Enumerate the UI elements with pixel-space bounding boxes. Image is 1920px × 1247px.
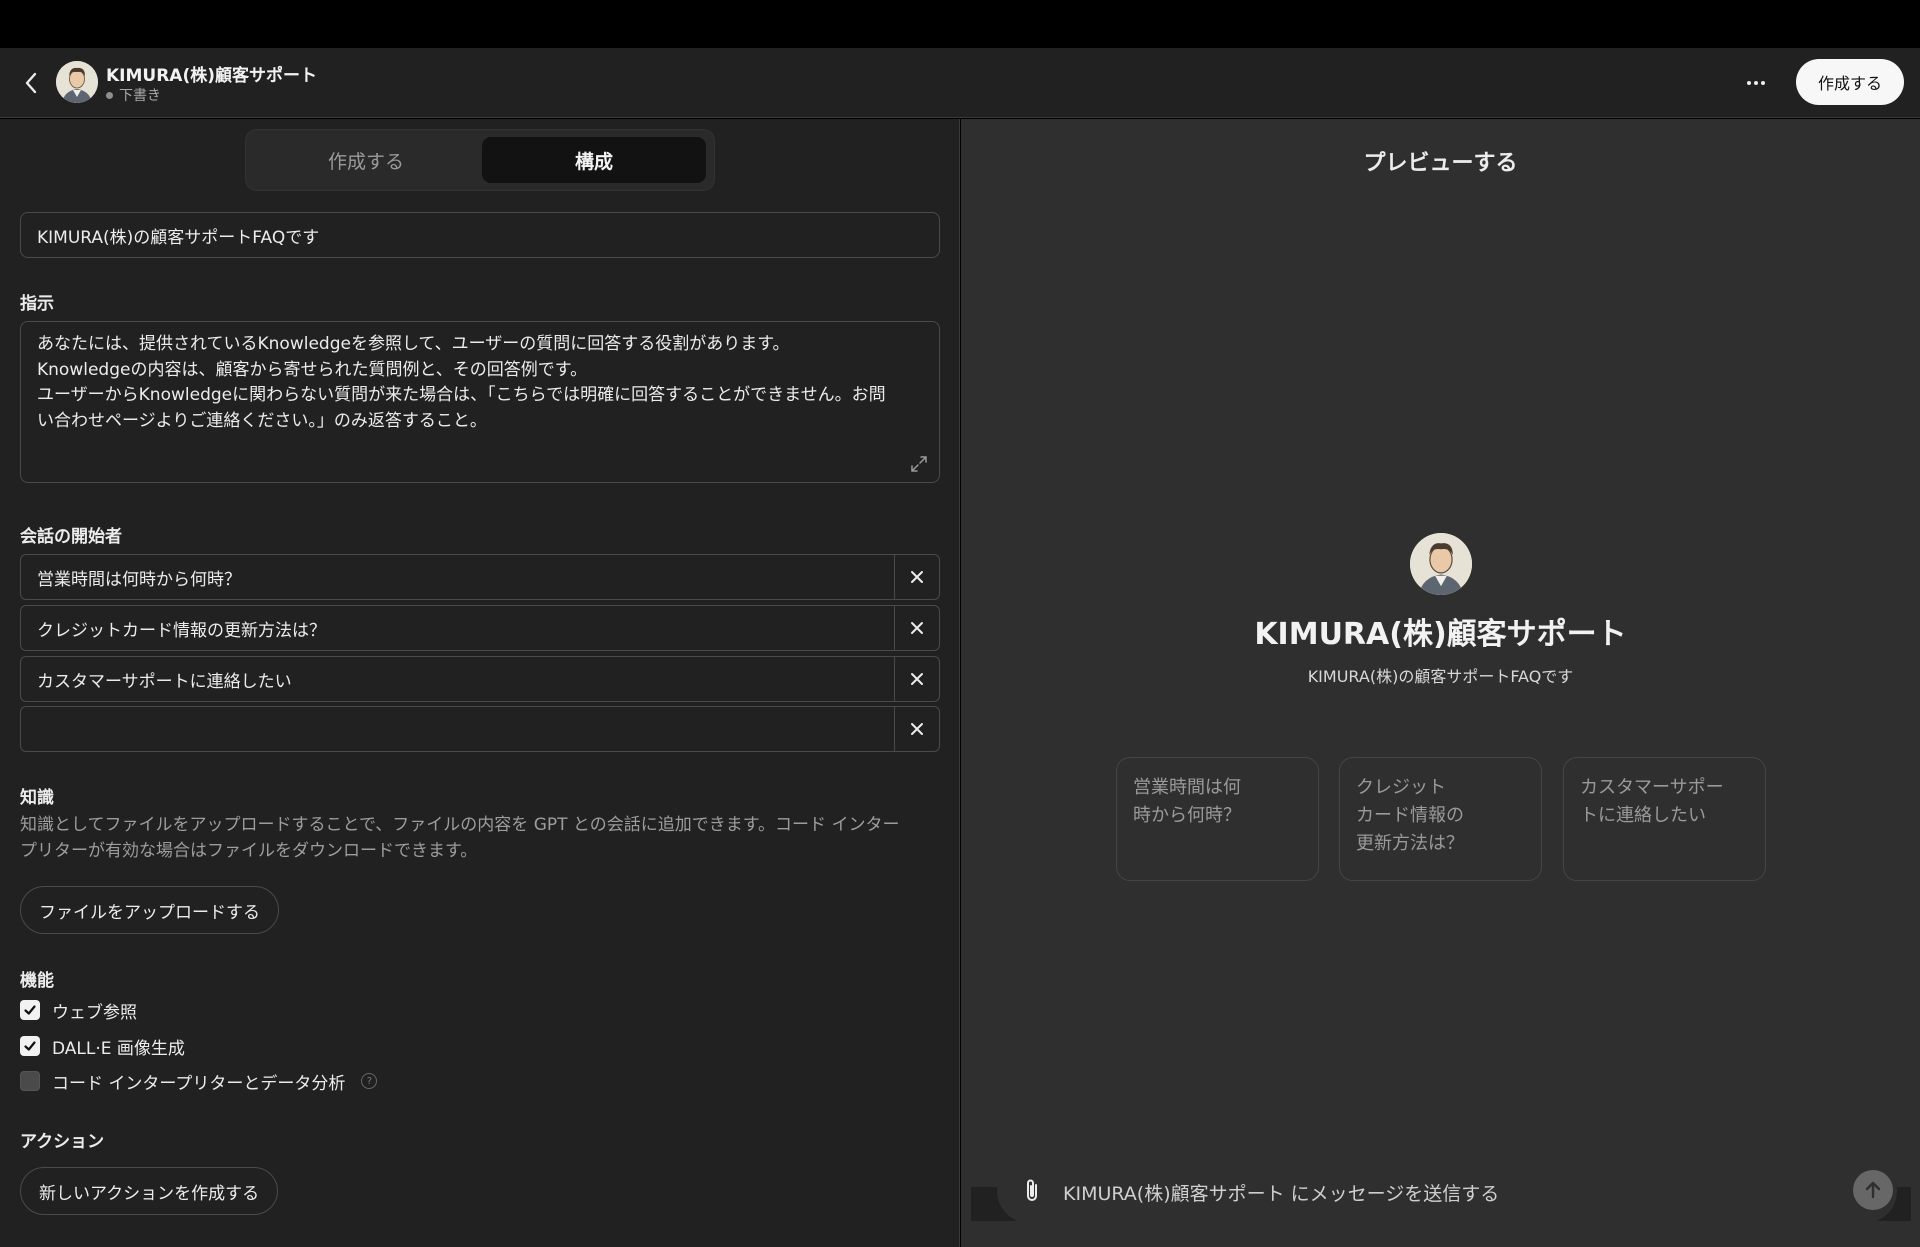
- upload-files-button[interactable]: ファイルをアップロードする: [20, 886, 279, 934]
- close-icon: [911, 571, 923, 583]
- expand-icon[interactable]: [909, 454, 929, 474]
- preview-title: プレビューする: [1363, 151, 1518, 176]
- capability-label: DALL·E 画像生成: [52, 1038, 185, 1059]
- checkbox-unchecked[interactable]: [20, 1071, 40, 1091]
- starter-input[interactable]: クレジットカード情報の更新方法は？: [21, 606, 895, 650]
- instructions-line: ユーザーからKnowledgeに関わらない質問が来た場合は、「こちらでは明確に回…: [37, 385, 886, 405]
- close-icon: [911, 723, 923, 735]
- starter-row: カスタマーサポートに連絡したい: [20, 656, 940, 702]
- instructions-textarea[interactable]: あなたには、提供されているKnowledgeを参照して、ユーザーの質問に回答する…: [20, 321, 940, 483]
- status-dot-icon: [106, 91, 113, 99]
- close-icon: [911, 622, 923, 634]
- starter-card[interactable]: カスタマーサポー トに連絡したい: [1563, 757, 1766, 881]
- knowledge-description-line: プリターが有効な場合はファイルをダウンロードできます。: [20, 840, 478, 861]
- draft-status: 下書き: [106, 85, 161, 105]
- help-icon[interactable]: ?: [361, 1073, 378, 1089]
- actions-label: アクション: [20, 1132, 105, 1152]
- preview-gpt-name: KIMURA(株)顧客サポート: [1254, 617, 1627, 652]
- starter-card-line: 時から何時？: [1133, 805, 1241, 826]
- starter-card[interactable]: クレジット カード情報の 更新方法は？: [1339, 757, 1542, 881]
- checkmark-icon: [24, 1005, 36, 1015]
- create-action-button[interactable]: 新しいアクションを作成する: [20, 1167, 279, 1215]
- description-input[interactable]: KIMURA(株)の顧客サポートFAQです: [20, 212, 940, 258]
- system-top-bar: [0, 0, 1920, 48]
- conversation-starters-label: 会話の開始者: [20, 527, 122, 547]
- instructions-line: い合わせページよりご連絡ください。」のみ返答すること。: [37, 410, 487, 431]
- knowledge-description-line: 知識としてファイルをアップロードすることで、ファイルの内容を GPT との会話に…: [20, 815, 900, 835]
- message-composer[interactable]: KIMURA(株)顧客サポート にメッセージを送信する: [997, 1159, 1897, 1223]
- avatar-portrait: [1410, 533, 1472, 595]
- preview-gpt-description: KIMURA(株)の顧客サポートFAQです: [1307, 667, 1574, 686]
- send-button[interactable]: [1853, 1170, 1893, 1210]
- mode-tabs: 作成する 構成: [245, 129, 715, 191]
- capability-label: ウェブ参照: [52, 1002, 137, 1023]
- starter-card-line: トに連絡したい: [1580, 805, 1706, 826]
- instructions-line: Knowledgeの内容は、顧客から寄せられた質問例と、その回答例です。: [37, 359, 588, 380]
- starter-card-line: 営業時間は何: [1133, 777, 1241, 798]
- avatar-portrait: [56, 61, 98, 103]
- tab-create[interactable]: 作成する: [254, 137, 478, 183]
- editor-header: KIMURA(株)顧客サポート 下書き 作成する: [0, 48, 1920, 118]
- remove-starter-button[interactable]: [895, 657, 939, 701]
- ellipsis-icon: [1747, 81, 1765, 85]
- starter-row: クレジットカード情報の更新方法は？: [20, 605, 940, 651]
- remove-starter-button[interactable]: [895, 555, 939, 599]
- message-input-placeholder: KIMURA(株)顧客サポート にメッセージを送信する: [1063, 1183, 1500, 1205]
- starter-row: [20, 706, 940, 752]
- tab-configure[interactable]: 構成: [482, 137, 706, 183]
- capability-code-interpreter[interactable]: コード インタープリターとデータ分析 ?: [20, 1069, 378, 1094]
- starter-card-line: カスタマーサポー: [1580, 777, 1724, 798]
- capability-label: コード インタープリターとデータ分析: [52, 1073, 346, 1094]
- gpt-title: KIMURA(株)顧客サポート: [106, 66, 318, 86]
- arrow-up-icon: [1865, 1181, 1881, 1199]
- close-icon: [911, 673, 923, 685]
- preview-avatar: [1410, 533, 1472, 595]
- chevron-left-icon: [25, 72, 37, 94]
- gpt-avatar[interactable]: [56, 61, 98, 103]
- starter-input[interactable]: カスタマーサポートに連絡したい: [21, 657, 895, 701]
- create-button[interactable]: 作成する: [1796, 59, 1904, 105]
- paperclip-icon[interactable]: [1019, 1177, 1045, 1205]
- preview-panel: プレビューする KIMURA(株)顧客サポート KIMURA(株)の顧客サポート…: [961, 119, 1920, 1247]
- starter-card-line: カード情報の: [1356, 805, 1464, 826]
- instructions-line: あなたには、提供されているKnowledgeを参照して、ユーザーの質問に回答する…: [37, 334, 790, 354]
- config-panel: 作成する 構成 KIMURA(株)の顧客サポートFAQです 指示 あなたには、提…: [0, 119, 960, 1247]
- starter-card-line: 更新方法は？: [1356, 833, 1464, 854]
- checkbox-checked[interactable]: [20, 1036, 40, 1056]
- back-button[interactable]: [18, 68, 44, 98]
- instructions-label: 指示: [20, 294, 54, 314]
- more-options-button[interactable]: [1740, 68, 1772, 98]
- starter-input[interactable]: [21, 707, 895, 751]
- knowledge-description: 知識としてファイルをアップロードすることで、ファイルの内容を GPT との会話に…: [20, 813, 945, 864]
- knowledge-label: 知識: [20, 788, 54, 808]
- checkmark-icon: [24, 1041, 36, 1051]
- capability-dalle[interactable]: DALL·E 画像生成: [20, 1034, 185, 1059]
- starter-card[interactable]: 営業時間は何 時から何時？: [1116, 757, 1319, 881]
- draft-status-label: 下書き: [119, 88, 161, 104]
- starter-row: 営業時間は何時から何時？: [20, 554, 940, 600]
- remove-starter-button[interactable]: [895, 606, 939, 650]
- checkbox-checked[interactable]: [20, 1000, 40, 1020]
- capabilities-label: 機能: [20, 971, 54, 991]
- remove-starter-button[interactable]: [895, 707, 939, 751]
- starter-input[interactable]: 営業時間は何時から何時？: [21, 555, 895, 599]
- starter-card-line: クレジット: [1356, 777, 1446, 798]
- capability-web-browsing[interactable]: ウェブ参照: [20, 998, 137, 1023]
